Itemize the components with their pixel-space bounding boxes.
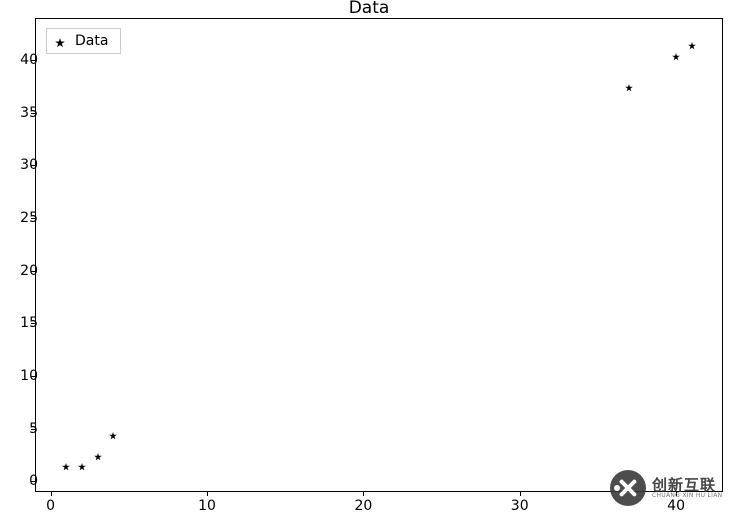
x-tick: [520, 492, 521, 496]
watermark-brand-en: CHUANG XIN HU LIAN: [652, 493, 722, 499]
x-tick-label: 0: [46, 498, 55, 514]
y-tick-label: 10: [10, 368, 38, 384]
y-tick-label: 15: [10, 315, 38, 331]
y-tick-label: 25: [10, 210, 38, 226]
legend: Data: [46, 28, 121, 54]
x-tick-label: 30: [511, 498, 529, 514]
y-tick-label: 30: [10, 157, 38, 173]
x-tick: [676, 492, 677, 496]
chart-title: Data: [0, 0, 738, 18]
chart-wrap: Data 0510152025303540 010203040 Data 创新互…: [0, 0, 738, 517]
legend-marker-star-icon: [55, 36, 65, 46]
x-tick: [51, 492, 52, 496]
y-tick-label: 5: [10, 421, 38, 437]
x-tick-label: 10: [198, 498, 216, 514]
y-tick-label: 40: [10, 52, 38, 68]
x-tick-label: 40: [667, 498, 685, 514]
y-tick-label: 20: [10, 263, 38, 279]
y-tick-label: 0: [10, 473, 38, 489]
y-tick-label: 35: [10, 105, 38, 121]
x-tick: [207, 492, 208, 496]
legend-label: Data: [75, 33, 108, 49]
x-tick: [363, 492, 364, 496]
plot-area: [35, 18, 723, 492]
x-tick-label: 20: [354, 498, 372, 514]
